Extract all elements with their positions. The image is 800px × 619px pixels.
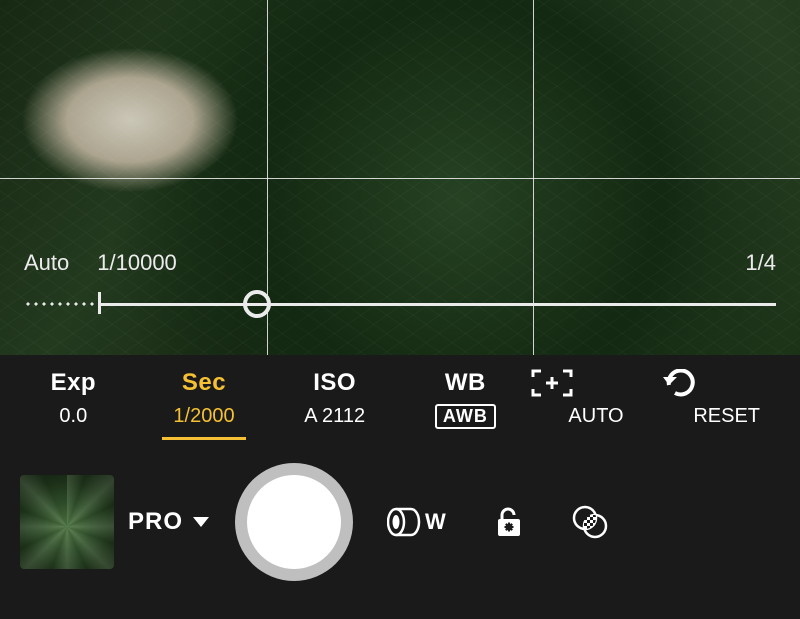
controls-panel: Exp 0.0 Sec 1/2000 ISO A 2112 WB AWB <box>0 355 800 619</box>
slider-min-auto: Auto <box>24 250 69 276</box>
capture-row: PRO W <box>0 447 800 597</box>
setting-focus[interactable]: AUTO <box>531 369 662 438</box>
filters-icon <box>572 505 608 539</box>
setting-value: AUTO <box>531 405 662 428</box>
slider-dotted-segment <box>24 302 98 306</box>
awb-badge: AWB <box>435 404 496 429</box>
grid-line-v1 <box>267 0 268 355</box>
slider-tick <box>98 292 101 314</box>
setting-exposure[interactable]: Exp 0.0 <box>8 369 139 438</box>
setting-white-balance[interactable]: WB AWB <box>400 369 531 439</box>
viewfinder[interactable]: Auto 1/10000 1/4 <box>0 0 800 355</box>
setting-value: A 2112 <box>269 405 400 428</box>
camera-app: Auto 1/10000 1/4 Exp 0.0 Sec 1/2000 <box>0 0 800 619</box>
mode-selector[interactable]: PRO <box>128 508 209 536</box>
setting-shutter-sec[interactable]: Sec 1/2000 <box>139 369 270 438</box>
setting-value: 1/2000 <box>139 405 270 428</box>
wide-label: W <box>425 509 446 535</box>
grid-line-h1 <box>0 178 800 179</box>
grid-line-v2 <box>533 0 534 355</box>
settings-lock-toggle[interactable] <box>492 505 526 539</box>
slider-handle[interactable] <box>243 290 271 318</box>
setting-value: RESET <box>661 405 792 428</box>
gallery-thumbnail[interactable] <box>20 475 114 569</box>
lens-icon <box>387 507 421 537</box>
slider-track <box>101 303 776 306</box>
setting-label: ISO <box>269 369 400 397</box>
settings-row: Exp 0.0 Sec 1/2000 ISO A 2112 WB AWB <box>0 355 800 447</box>
slider-min-value: 1/10000 <box>97 250 177 276</box>
lens-wide-toggle[interactable]: W <box>387 507 446 537</box>
setting-label: WB <box>400 369 531 397</box>
setting-value: 0.0 <box>8 405 139 428</box>
chevron-down-icon <box>193 517 209 527</box>
mode-label: PRO <box>128 508 183 536</box>
shutter-button[interactable] <box>235 463 353 581</box>
setting-label: Sec <box>139 369 270 397</box>
setting-label: Exp <box>8 369 139 397</box>
shutter-speed-slider[interactable] <box>24 284 776 324</box>
setting-iso[interactable]: ISO A 2112 <box>269 369 400 438</box>
slider-labels: Auto 1/10000 1/4 <box>0 250 800 284</box>
undo-icon <box>661 369 792 397</box>
slider-max-value: 1/4 <box>745 250 776 276</box>
filters-button[interactable] <box>572 505 608 539</box>
setting-reset[interactable]: RESET <box>661 369 792 438</box>
focus-bracket-icon <box>531 369 662 397</box>
shutter-inner <box>247 475 341 569</box>
shutter-speed-slider-area: Auto 1/10000 1/4 <box>0 250 800 340</box>
unlock-gear-icon <box>492 505 526 539</box>
